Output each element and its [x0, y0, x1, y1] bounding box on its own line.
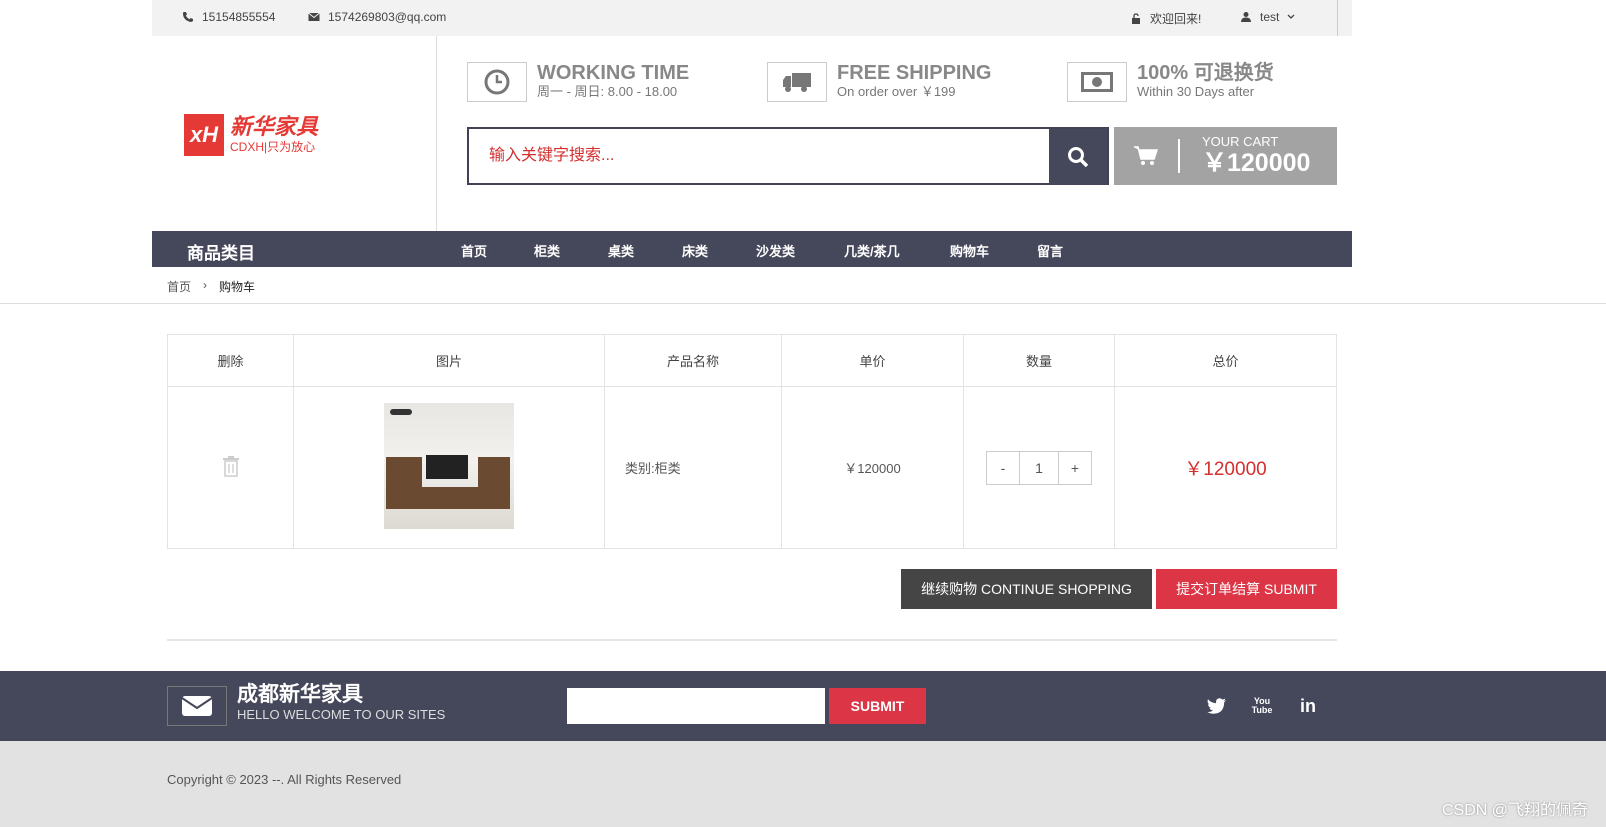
divider	[0, 303, 1606, 304]
logo-mark: xH	[184, 114, 224, 156]
nav-home[interactable]: 首页	[461, 241, 487, 260]
divider	[167, 639, 1337, 641]
table-row: 类别:柜类 ￥120000 - 1 + ￥120000	[167, 386, 1337, 549]
feature-free-shipping: FREE SHIPPING On order over ￥199	[767, 62, 991, 102]
lock-icon	[1132, 12, 1140, 24]
feature-subtitle: On order over ￥199	[837, 84, 956, 99]
truck-icon	[767, 62, 827, 102]
user-menu[interactable]: test	[1240, 10, 1295, 24]
column-header: 产品名称	[604, 334, 782, 387]
logo-name: 新华家具	[230, 114, 319, 139]
chevron-down-icon	[1287, 14, 1295, 19]
phone-icon	[183, 12, 193, 22]
copyright: Copyright © 2023 --. All Rights Reserved	[167, 772, 402, 787]
cart-label: YOUR CART	[1202, 134, 1279, 149]
delete-cell	[167, 386, 294, 549]
column-header: 删除	[167, 334, 294, 387]
twitter-icon[interactable]	[1205, 694, 1229, 718]
logo[interactable]: xH 新华家具 CDXH|只为放心	[184, 114, 318, 156]
phone-number: 15154855554	[202, 10, 276, 24]
email-info: 1574269803@qq.com	[308, 10, 446, 24]
column-header: 图片	[293, 334, 605, 387]
nav-message[interactable]: 留言	[1037, 241, 1063, 260]
welcome-link[interactable]: 欢迎回来!	[1130, 10, 1201, 27]
footer-bottom: Copyright © 2023 --. All Rights Reserved…	[0, 741, 1606, 827]
quantity-stepper: - 1 +	[986, 450, 1092, 485]
footer-welcome: HELLO WELCOME TO OUR SITES	[237, 707, 446, 722]
nav-cart[interactable]: 购物车	[950, 241, 989, 260]
linkedin-icon[interactable]: in	[1296, 694, 1320, 718]
search-input[interactable]	[469, 129, 1049, 183]
logo-slogan: CDXH|只为放心	[230, 140, 316, 154]
feature-title: WORKING TIME	[537, 62, 690, 84]
search-icon	[1068, 147, 1089, 168]
search-bar	[467, 127, 1109, 185]
trash-icon[interactable]	[222, 455, 240, 477]
phone-info: 15154855554	[182, 10, 275, 24]
cart-amount: ￥120000	[1202, 149, 1311, 177]
footer-brand: 成都新华家具	[237, 683, 363, 706]
email-address: 1574269803@qq.com	[328, 10, 447, 24]
newsletter-submit-button[interactable]: SUBMIT	[829, 688, 926, 724]
quantity-input[interactable]: 1	[1019, 451, 1059, 484]
quantity-cell: - 1 +	[963, 386, 1115, 549]
increment-button[interactable]: +	[1059, 452, 1091, 484]
clock-icon	[467, 62, 527, 102]
cart-table: 删除 图片 产品名称 单价 数量 总价 类别:柜类 ￥120000 - 1 + …	[167, 334, 1337, 549]
breadcrumb: 首页 › 购物车	[167, 278, 255, 295]
feature-title: 100% 可退换货	[1137, 62, 1274, 84]
search-button[interactable]	[1049, 129, 1107, 185]
nav-sofas[interactable]: 沙发类	[756, 241, 795, 260]
cart-summary[interactable]: YOUR CART ￥120000	[1114, 127, 1337, 185]
cart-icon	[1134, 146, 1159, 165]
envelope-icon	[167, 686, 227, 726]
feature-working-time: WORKING TIME 周一 - 周日: 8.00 - 18.00	[467, 62, 689, 102]
unit-price: ￥120000	[781, 386, 964, 549]
watermark: CSDN @飞翔的佩奇	[1441, 802, 1588, 819]
row-total: ￥120000	[1114, 386, 1337, 549]
envelope-icon	[308, 12, 320, 21]
chevron-right-icon: ›	[203, 278, 208, 292]
user-name: test	[1260, 10, 1280, 24]
product-name: 类别:柜类	[604, 386, 782, 549]
logo-area: xH 新华家具 CDXH|只为放心	[152, 36, 437, 231]
column-header: 数量	[963, 334, 1115, 387]
image-cell	[293, 386, 605, 549]
money-icon	[1067, 62, 1127, 102]
nav-tables[interactable]: 桌类	[608, 241, 634, 260]
footer-newsletter: 成都新华家具 HELLO WELCOME TO OUR SITES SUBMIT…	[0, 671, 1606, 741]
continue-shopping-button[interactable]: 继续购物 CONTINUE SHOPPING	[901, 569, 1152, 609]
category-menu[interactable]: 商品类目	[187, 239, 255, 264]
top-bar: 15154855554 1574269803@qq.com 欢迎回来! test	[152, 0, 1352, 36]
youtube-icon[interactable]: You Tube	[1250, 694, 1274, 718]
feature-subtitle: 周一 - 周日: 8.00 - 18.00	[537, 84, 678, 99]
newsletter-input[interactable]	[567, 688, 825, 724]
welcome-text: 欢迎回来!	[1150, 12, 1202, 26]
breadcrumb-home[interactable]: 首页	[167, 278, 191, 295]
user-icon	[1241, 12, 1251, 22]
nav-cabinets[interactable]: 柜类	[534, 241, 560, 260]
feature-returns: 100% 可退换货 Within 30 Days after	[1067, 62, 1274, 102]
breadcrumb-current: 购物车	[219, 280, 256, 294]
table-header-row: 删除 图片 产品名称 单价 数量 总价	[167, 334, 1337, 387]
column-header: 单价	[781, 334, 964, 387]
column-header: 总价	[1114, 334, 1337, 387]
nav-tea-tables[interactable]: 几类/茶几	[844, 241, 900, 260]
submit-order-button[interactable]: 提交订单结算 SUBMIT	[1156, 569, 1337, 609]
product-image[interactable]	[384, 403, 514, 529]
decrement-button[interactable]: -	[987, 452, 1019, 484]
nav-beds[interactable]: 床类	[682, 241, 708, 260]
topbar-divider	[1337, 0, 1338, 36]
main-nav: 商品类目 首页 柜类 桌类 床类 沙发类 几类/茶几 购物车 留言	[152, 231, 1352, 267]
feature-title: FREE SHIPPING	[837, 62, 992, 84]
feature-subtitle: Within 30 Days after	[1137, 84, 1255, 99]
